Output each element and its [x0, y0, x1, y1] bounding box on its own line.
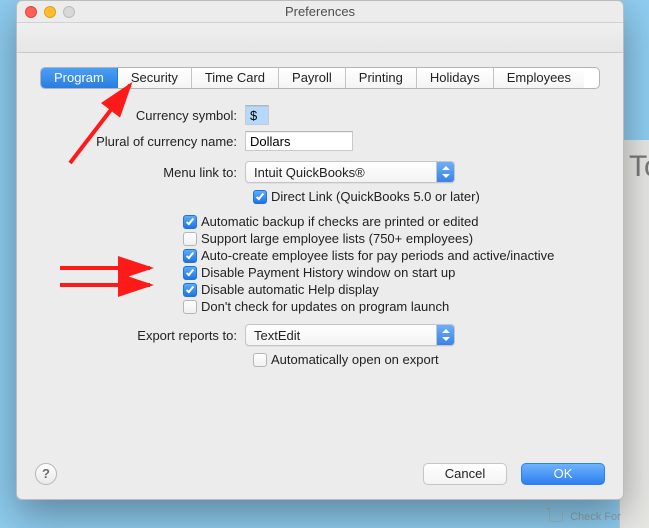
- large-lists-checkbox[interactable]: Support large employee lists (750+ emplo…: [183, 231, 593, 246]
- window-title: Preferences: [285, 4, 355, 19]
- checkbox-icon: [253, 190, 267, 204]
- dialog-footer: Cancel OK: [423, 463, 605, 485]
- auto-create-checkbox[interactable]: Auto-create employee lists for pay perio…: [183, 248, 593, 263]
- no-update-check-label: Don't check for updates on program launc…: [201, 299, 449, 314]
- cart-icon: [549, 512, 563, 522]
- no-update-check-checkbox[interactable]: Don't check for updates on program launc…: [183, 299, 593, 314]
- direct-link-checkbox[interactable]: Direct Link (QuickBooks 5.0 or later): [253, 189, 480, 204]
- tab-payroll[interactable]: Payroll: [279, 68, 346, 88]
- export-reports-value: TextEdit: [254, 328, 308, 343]
- auto-open-export-label: Automatically open on export: [271, 352, 439, 367]
- checkbox-icon: [253, 353, 267, 367]
- plural-currency-input[interactable]: [245, 131, 353, 151]
- tab-time-card[interactable]: Time Card: [192, 68, 279, 88]
- disable-help-label: Disable automatic Help display: [201, 282, 379, 297]
- help-button[interactable]: ?: [35, 463, 57, 485]
- window-controls: [25, 6, 75, 18]
- auto-backup-label: Automatic backup if checks are printed o…: [201, 214, 478, 229]
- checkbox-icon: [183, 300, 197, 314]
- auto-create-label: Auto-create employee lists for pay perio…: [201, 248, 554, 263]
- titlebar: Preferences: [17, 1, 623, 23]
- preferences-dialog: Preferences Program Security Time Card P…: [16, 0, 624, 500]
- options-group: Automatic backup if checks are printed o…: [183, 214, 593, 314]
- form: Currency symbol: Plural of currency name…: [17, 89, 623, 499]
- auto-backup-checkbox[interactable]: Automatic backup if checks are printed o…: [183, 214, 593, 229]
- tab-holidays[interactable]: Holidays: [417, 68, 494, 88]
- close-icon[interactable]: [25, 6, 37, 18]
- export-reports-label: Export reports to:: [47, 328, 245, 343]
- checkbox-icon: [183, 249, 197, 263]
- cancel-button[interactable]: Cancel: [423, 463, 507, 485]
- currency-symbol-input[interactable]: [245, 105, 269, 125]
- tab-security[interactable]: Security: [118, 68, 192, 88]
- ok-button[interactable]: OK: [521, 463, 605, 485]
- checkbox-icon: [183, 283, 197, 297]
- zoom-icon: [63, 6, 75, 18]
- background-check-for: Check For: [549, 511, 649, 523]
- plural-currency-label: Plural of currency name:: [47, 134, 245, 149]
- menu-link-value: Intuit QuickBooks®: [254, 165, 373, 180]
- large-lists-label: Support large employee lists (750+ emplo…: [201, 231, 473, 246]
- disable-history-checkbox[interactable]: Disable Payment History window on start …: [183, 265, 593, 280]
- tabs: Program Security Time Card Payroll Print…: [40, 67, 600, 89]
- direct-link-label: Direct Link (QuickBooks 5.0 or later): [271, 189, 480, 204]
- export-reports-select[interactable]: TextEdit: [245, 324, 455, 346]
- currency-symbol-label: Currency symbol:: [47, 108, 245, 123]
- checkbox-icon: [183, 232, 197, 246]
- tab-program[interactable]: Program: [41, 68, 118, 88]
- background-title-hint: Tc: [629, 150, 649, 190]
- disable-help-checkbox[interactable]: Disable automatic Help display: [183, 282, 593, 297]
- toolbar: [17, 23, 623, 53]
- disable-history-label: Disable Payment History window on start …: [201, 265, 455, 280]
- chevron-updown-icon: [436, 325, 454, 345]
- menu-link-select[interactable]: Intuit QuickBooks®: [245, 161, 455, 183]
- tab-printing[interactable]: Printing: [346, 68, 417, 88]
- minimize-icon[interactable]: [44, 6, 56, 18]
- checkbox-icon: [183, 266, 197, 280]
- auto-open-export-checkbox[interactable]: Automatically open on export: [253, 352, 439, 367]
- chevron-updown-icon: [436, 162, 454, 182]
- menu-link-label: Menu link to:: [47, 165, 245, 180]
- checkbox-icon: [183, 215, 197, 229]
- tab-employees[interactable]: Employees: [494, 68, 584, 88]
